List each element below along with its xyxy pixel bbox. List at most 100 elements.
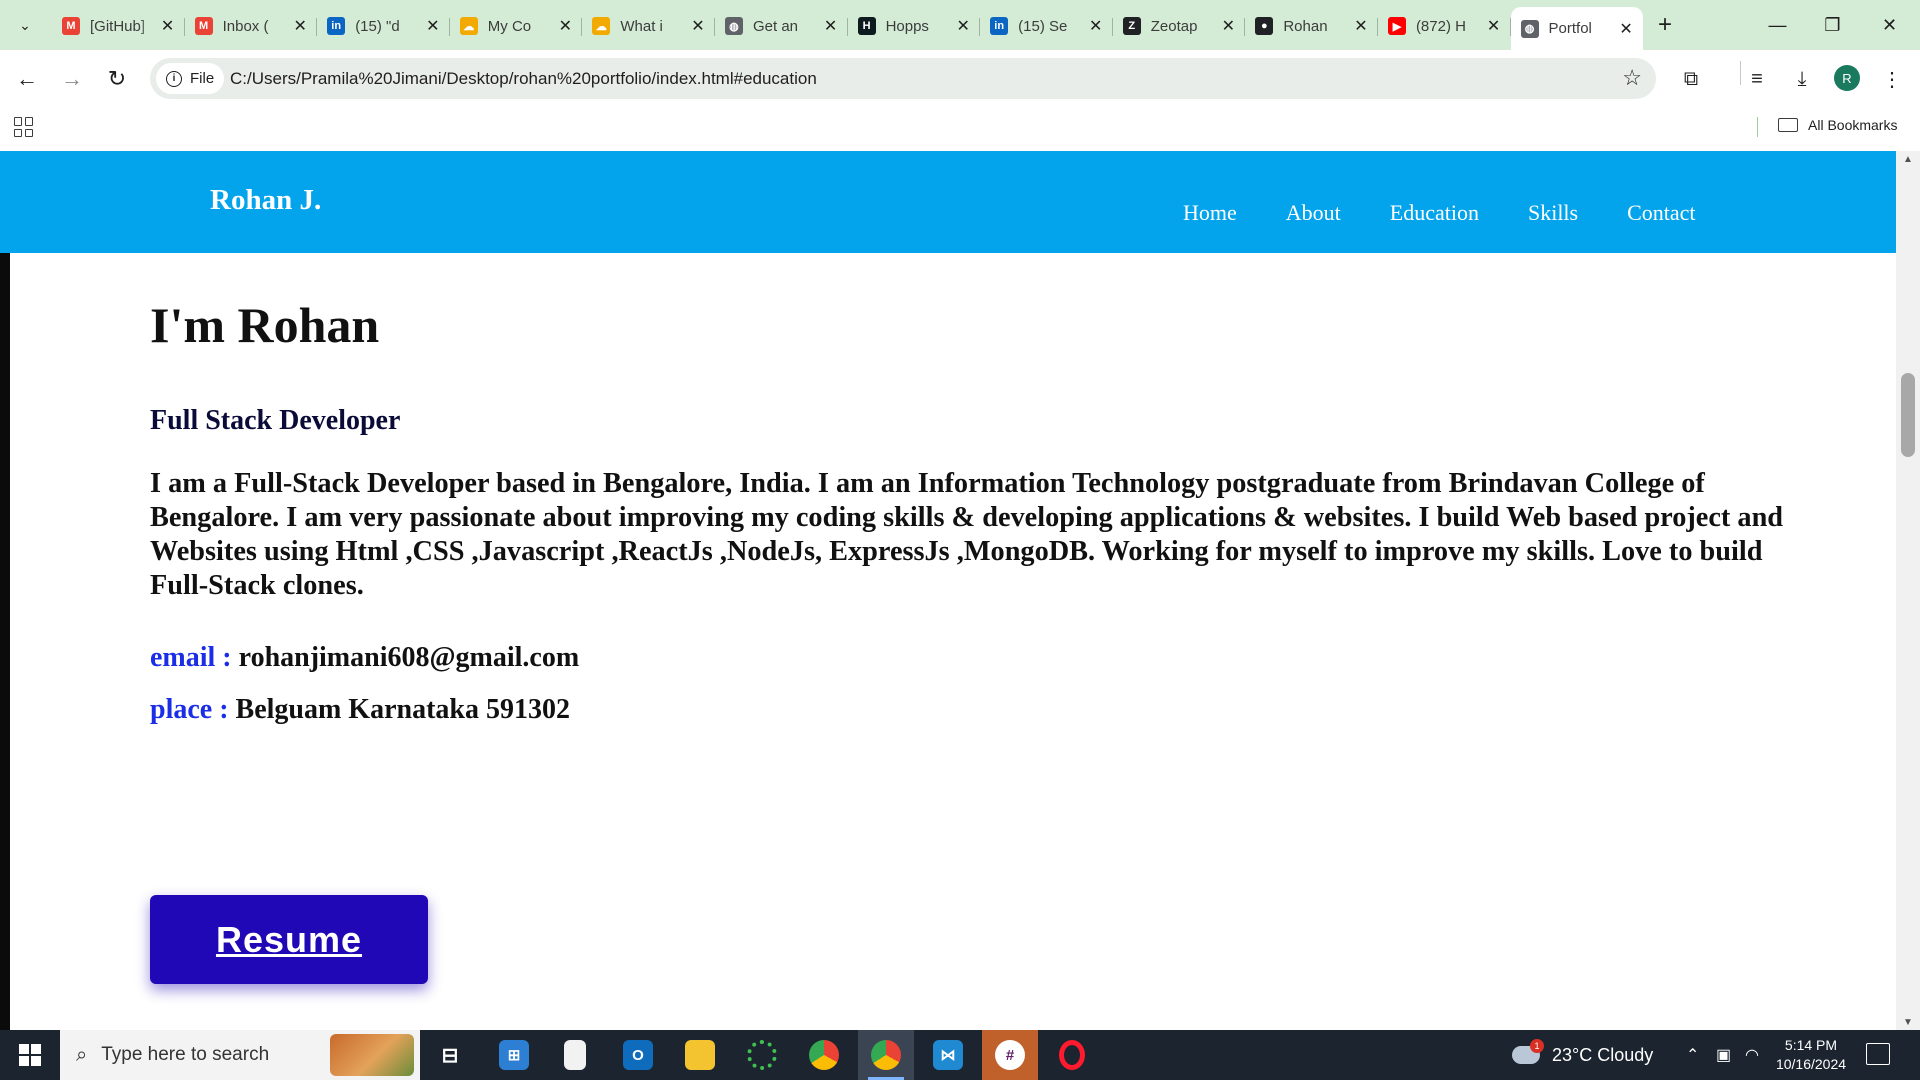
portfolio-page: Rohan J. Home About Education Skills Contact… [0,151,1906,1030]
github-icon: ● [1255,17,1274,35]
nav-link-home[interactable]: Home [1183,200,1237,226]
start-button[interactable] [0,1030,60,1080]
close-tab-icon[interactable]: ✕ [1352,17,1370,35]
email-line: email : rohanjimani608@gmail.com [150,642,579,674]
address-bar[interactable]: i File C:/Users/Pramila%20Jimani/Desktop… [150,58,1656,99]
back-button[interactable]: ← [11,63,43,95]
browser-tab[interactable]: in (15) "d ✕ [317,7,450,45]
chrome-button[interactable] [796,1030,852,1080]
opera-icon [1059,1040,1085,1070]
notifications-icon[interactable] [1866,1043,1890,1065]
email-label: email : [150,642,232,673]
nav-link-contact[interactable]: Contact [1627,200,1695,226]
store-button[interactable]: ⊞ [486,1030,542,1080]
tab-search-button[interactable]: ⌄ [8,10,42,40]
chrome-icon [809,1040,839,1070]
site-logo[interactable]: Rohan J. [210,184,321,217]
close-tab-icon[interactable]: ✕ [424,17,442,35]
tab-title: Zeotap [1150,17,1198,35]
url-text[interactable]: C:/Users/Pramila%20Jimani/Desktop/rohan%… [230,69,817,89]
extensions-icon[interactable]: ⧉ [1675,63,1707,95]
browser-tab[interactable]: ◍ Get an ✕ [715,7,848,45]
nav-link-about[interactable]: About [1286,200,1341,226]
new-tab-button[interactable]: + [1650,10,1680,40]
close-tab-icon[interactable]: ✕ [556,17,574,35]
restore-button[interactable]: ❐ [1805,0,1860,50]
close-tab-icon[interactable]: ✕ [822,17,840,35]
browser-tab[interactable]: Z Zeotap ✕ [1113,7,1246,45]
store-icon: ⊞ [499,1040,529,1070]
all-bookmarks-button[interactable]: All Bookmarks [1778,117,1897,133]
minimize-button[interactable]: — [1750,0,1805,50]
tab-title: My Co [487,17,532,35]
browser-tab[interactable]: ☁ My Co ✕ [450,7,583,45]
chrome-profile-button[interactable] [858,1030,914,1080]
vscode-button[interactable]: ⋈ [920,1030,976,1080]
media-controls-icon[interactable]: ≡ [1741,63,1773,95]
site-info-chip[interactable]: i File [156,63,225,94]
resume-button[interactable]: Resume [150,895,428,984]
scrollbar-thumb[interactable] [1901,373,1915,457]
close-tab-icon[interactable]: ✕ [159,17,177,35]
outlook-button[interactable]: O [610,1030,666,1080]
opera-button[interactable] [1044,1030,1100,1080]
tab-title: Portfol [1548,20,1592,37]
task-view-button[interactable]: ⊟ [422,1030,478,1080]
windows-taskbar: ⌕ Type here to search ⊟ ⊞ O ⋈ # 1 23°C C… [0,1030,1920,1080]
apps-grid-icon[interactable] [14,117,34,137]
menu-kebab-icon[interactable]: ⋮ [1876,63,1908,95]
weather-text: 23°C Cloudy [1552,1044,1654,1065]
close-tab-icon[interactable]: ✕ [1617,20,1635,38]
wifi-icon[interactable]: ◠ [1745,1045,1759,1065]
reload-button[interactable]: ↻ [101,63,133,95]
tab-title: (15) "d [355,17,400,35]
page-scrollbar[interactable]: ▲ ▼ [1896,151,1920,1030]
weather-badge: 1 [1530,1039,1544,1053]
loading-app-button[interactable] [734,1030,790,1080]
site-header: Rohan J. Home About Education Skills Contact [0,151,1906,253]
close-tab-icon[interactable]: ✕ [1485,17,1503,35]
place-value: Belguam Karnataka 591302 [235,694,570,725]
browser-tab[interactable]: H Hopps ✕ [848,7,981,45]
file-explorer-button[interactable] [672,1030,728,1080]
browser-tab[interactable]: M Inbox (✕ [185,7,318,45]
info-icon: i [166,70,182,87]
close-tab-icon[interactable]: ✕ [954,17,972,35]
linkedin-icon: in [327,17,346,35]
weather-widget[interactable]: 1 23°C Cloudy [1512,1030,1653,1080]
place-label: place : [150,694,229,725]
browser-tab[interactable]: ● Rohan ✕ [1245,7,1378,45]
browser-tab[interactable]: M [GitHub] ✕ [52,7,185,45]
forward-button[interactable]: → [56,63,88,95]
notepad-button[interactable] [547,1030,603,1080]
profile-avatar[interactable]: R [1834,65,1860,91]
cloud-icon: ☁ [592,17,611,35]
search-icon: ⌕ [76,1043,88,1066]
taskbar-search[interactable]: ⌕ Type here to search [60,1030,420,1080]
meet-now-icon[interactable]: ▣ [1716,1045,1731,1065]
close-tab-icon[interactable]: ✕ [291,17,309,35]
chevron-up-icon[interactable]: ⌃ [1686,1045,1699,1065]
download-icon[interactable]: ⤓ [1786,63,1818,95]
browser-tab[interactable]: ☁ What i ✕ [582,7,715,45]
nav-link-education[interactable]: Education [1390,200,1479,226]
close-tab-icon[interactable]: ✕ [689,17,707,35]
search-highlight-image [330,1034,414,1076]
globe-icon: ◍ [724,17,743,35]
nav-link-skills[interactable]: Skills [1528,200,1578,226]
browser-tab[interactable]: ◍ Portfol ✕ [1510,7,1644,50]
zeotap-icon: Z [1122,17,1141,35]
scroll-down-arrow-icon[interactable]: ▼ [1896,1014,1920,1030]
scroll-up-arrow-icon[interactable]: ▲ [1896,151,1920,167]
gmail-icon: M [194,17,213,35]
close-window-button[interactable]: ✕ [1862,0,1917,50]
close-tab-icon[interactable]: ✕ [1087,17,1105,35]
slack-button[interactable]: # [982,1030,1038,1080]
bookmark-star-icon[interactable]: ☆ [1622,65,1642,91]
browser-tab[interactable]: ▶ (872) H ✕ [1378,7,1511,45]
system-clock[interactable]: 5:14 PM 10/16/2024 [1766,1036,1856,1074]
close-tab-icon[interactable]: ✕ [1219,17,1237,35]
youtube-icon: ▶ [1387,17,1406,35]
tab-title: (15) Se [1018,17,1068,35]
browser-tab[interactable]: in (15) Se ✕ [980,7,1113,45]
